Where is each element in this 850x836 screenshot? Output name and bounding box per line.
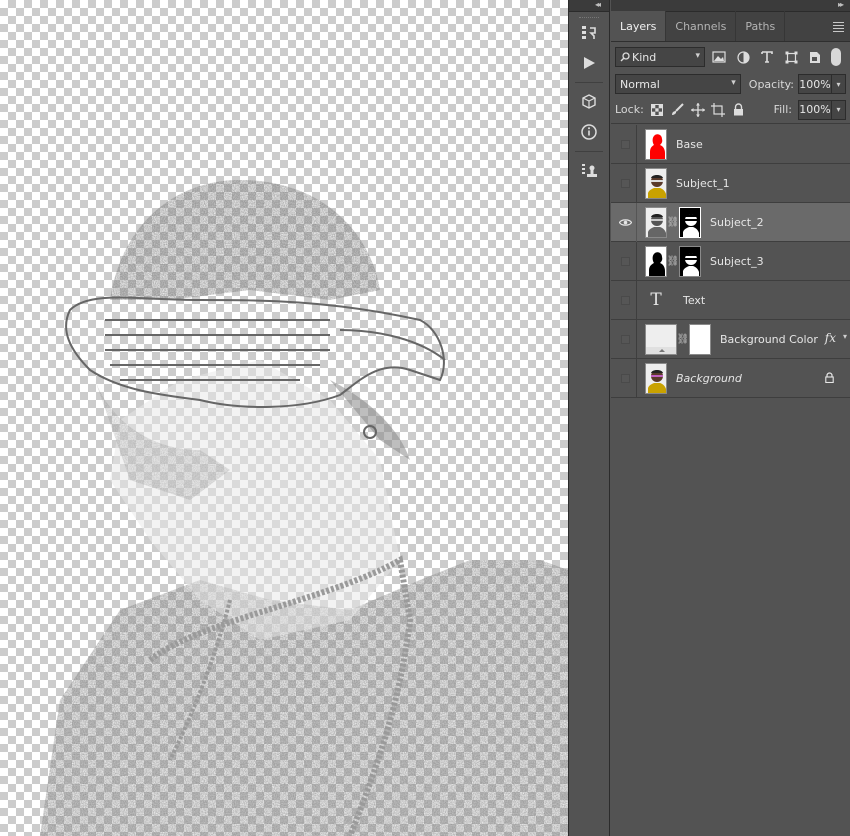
tab-layers[interactable]: Layers (611, 11, 667, 41)
search-icon (620, 52, 630, 62)
lock-fill-row: Lock: Fill: 100% ▾ (611, 96, 850, 124)
lock-transparent-pixels-icon[interactable] (650, 102, 664, 118)
layer-thumbnail (645, 206, 667, 238)
filter-adjustment-icon[interactable] (733, 47, 753, 67)
blend-mode-select[interactable]: Normal ▾ (615, 74, 741, 94)
expand-icon[interactable]: ▸▸ (838, 0, 844, 9)
info-icon[interactable] (569, 117, 609, 147)
layer-name: Subject_3 (710, 254, 764, 268)
filter-type-icon[interactable] (757, 47, 777, 67)
document-canvas[interactable] (0, 0, 568, 836)
visibility-toggle[interactable] (614, 203, 636, 242)
lock-artboard-icon[interactable] (711, 102, 726, 118)
layer-mask-thumbnail[interactable] (679, 206, 701, 238)
layer-row-background-color[interactable]: ⛓ Background Color fx ▾ (611, 319, 850, 359)
layer-thumbnail (645, 167, 667, 199)
blend-opacity-row: Normal ▾ Opacity: 100% ▾ (611, 72, 850, 96)
tab-paths[interactable]: Paths (736, 11, 786, 41)
canvas-artwork (40, 180, 568, 836)
layer-row-subject-1[interactable]: Subject_1 (611, 163, 850, 203)
opacity-input[interactable]: 100% (798, 74, 832, 94)
tab-channels[interactable]: Channels (666, 11, 737, 41)
layer-row-text[interactable]: T Text (611, 280, 850, 320)
filter-shape-icon[interactable] (781, 47, 801, 67)
layer-list: Base Subject_1 ⛓ Subject_2 ⛓ Subject_3 T… (611, 124, 850, 398)
layer-name: Subject_2 (710, 215, 764, 229)
layer-row-subject-3[interactable]: ⛓ Subject_3 (611, 241, 850, 281)
visibility-toggle[interactable] (614, 242, 636, 281)
layer-thumbnail (645, 362, 667, 394)
layer-effects-icon[interactable]: fx (825, 331, 836, 345)
layer-name: Text (683, 293, 706, 307)
layer-name: Base (676, 137, 703, 151)
visibility-toggle[interactable] (614, 125, 636, 164)
layers-panel: ▸▸ Layers Channels Paths Kind ▾ Normal ▾… (611, 0, 850, 836)
collapse-icon[interactable]: ◂◂ (595, 0, 601, 9)
chevron-down-icon[interactable]: ▾ (843, 332, 847, 341)
fill-dropdown-button[interactable]: ▾ (832, 99, 846, 120)
visibility-toggle[interactable] (614, 359, 636, 398)
filter-smart-object-icon[interactable] (805, 47, 825, 67)
link-icon[interactable]: ⛓ (677, 334, 690, 345)
opacity-dropdown-button[interactable]: ▾ (832, 74, 846, 94)
link-icon[interactable]: ⛓ (667, 217, 680, 228)
lock-image-pixels-icon[interactable] (670, 102, 684, 118)
layer-filter-row: Kind ▾ (611, 42, 850, 72)
layer-name: Background (676, 371, 742, 385)
visibility-toggle[interactable] (614, 164, 636, 203)
filter-kind-label: Kind (632, 50, 657, 64)
layer-mask-thumbnail[interactable] (679, 245, 701, 277)
layer-thumbnail (645, 245, 667, 277)
layer-row-base[interactable]: Base (611, 124, 850, 164)
blend-mode-value: Normal (620, 77, 660, 91)
panel-menu-icon[interactable] (833, 22, 844, 34)
layer-name: Subject_1 (676, 176, 730, 190)
filter-pixel-icon[interactable] (709, 47, 729, 67)
filter-kind-select[interactable]: Kind ▾ (615, 47, 705, 67)
opacity-label: Opacity: (748, 77, 794, 91)
3d-icon[interactable] (569, 87, 609, 117)
eye-icon (618, 218, 632, 226)
visibility-toggle[interactable] (614, 281, 636, 320)
chevron-down-icon: ▾ (731, 78, 736, 88)
chevron-down-icon: ▾ (695, 51, 700, 61)
fill-input[interactable]: 100% (798, 99, 832, 120)
layer-thumbnail (645, 128, 667, 160)
history-icon[interactable] (569, 18, 609, 48)
lock-position-icon[interactable] (690, 102, 705, 118)
clone-source-icon[interactable] (569, 156, 609, 186)
layer-mask-thumbnail[interactable] (689, 323, 711, 355)
lock-all-icon[interactable] (731, 102, 745, 118)
actions-play-icon[interactable] (569, 48, 609, 78)
collapse-strip[interactable]: ◂◂ (569, 0, 609, 12)
panel-dock-icons: ◂◂ (568, 0, 610, 836)
type-layer-icon: T (650, 290, 662, 310)
filter-toggle-switch[interactable] (831, 48, 841, 66)
panel-tabs: Layers Channels Paths (611, 11, 850, 42)
layer-row-subject-2[interactable]: ⛓ Subject_2 (611, 202, 850, 242)
layer-row-background[interactable]: Background (611, 358, 850, 398)
lock-label: Lock: (615, 103, 644, 116)
lock-icon (825, 372, 834, 386)
link-icon[interactable]: ⛓ (667, 256, 680, 267)
layer-name: Background Color (720, 332, 818, 346)
visibility-toggle[interactable] (614, 320, 636, 359)
fill-layer-thumbnail (645, 323, 677, 355)
fill-label: Fill: (773, 103, 792, 116)
